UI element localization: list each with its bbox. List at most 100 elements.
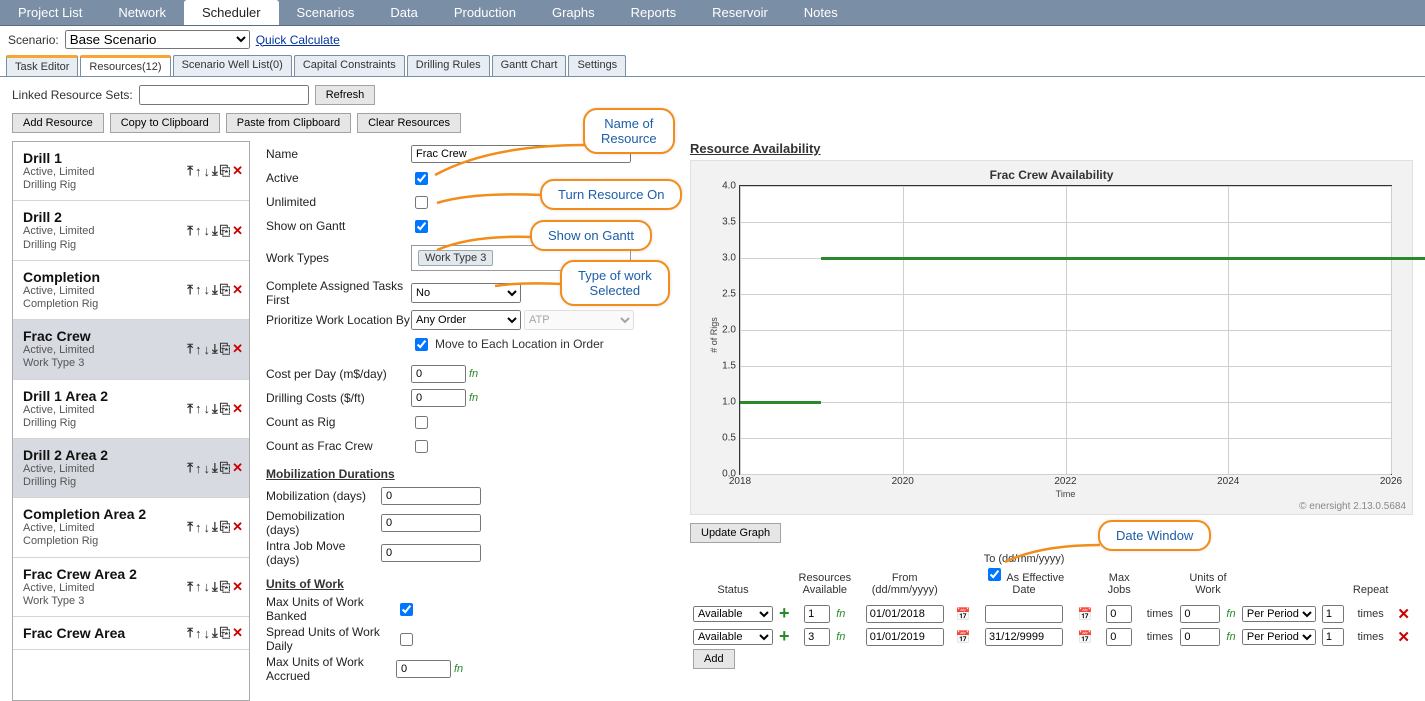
count-frac-check[interactable] [415,440,428,453]
calendar-icon[interactable]: 📅 [955,607,970,621]
fn-icon[interactable]: fn [1226,631,1235,643]
move-top-icon[interactable]: ⤒ [187,625,193,641]
delete-icon[interactable]: ✕ [232,341,243,357]
resource-item[interactable]: Drill 2Active, Limited Drilling Rig⤒↑↓⤓⎘… [13,201,249,260]
move-down-icon[interactable]: ↓ [203,579,210,594]
calendar-icon[interactable]: 📅 [955,630,970,644]
resource-item[interactable]: CompletionActive, Limited Completion Rig… [13,261,249,320]
copy-icon[interactable]: ⎘ [220,401,230,417]
delete-icon[interactable]: ✕ [232,223,243,239]
maxjobs-input[interactable] [1106,628,1132,646]
copy-icon[interactable]: ⎘ [220,163,230,179]
move-bottom-icon[interactable]: ⤓ [212,579,218,595]
fn-icon[interactable]: fn [469,392,478,404]
resource-item[interactable]: Drill 2 Area 2Active, Limited Drilling R… [13,439,249,498]
nav-network[interactable]: Network [100,0,184,25]
move-top-icon[interactable]: ⤒ [187,579,193,595]
resource-list[interactable]: Drill 1Active, Limited Drilling Rig⤒↑↓⤓⎘… [12,141,250,701]
repeat-input[interactable] [1322,605,1344,623]
nav-project-list[interactable]: Project List [0,0,100,25]
delete-row-icon[interactable]: ✕ [1397,606,1410,623]
calendar-icon[interactable]: 📅 [1078,607,1093,621]
repeat-input[interactable] [1322,628,1344,646]
refresh-button[interactable]: Refresh [315,85,376,105]
fn-icon[interactable]: fn [1226,608,1235,620]
paste-clipboard-button[interactable]: Paste from Clipboard [226,113,351,133]
resource-item[interactable]: Frac Crew Area⤒↑↓⤓⎘✕ [13,617,249,650]
move-up-icon[interactable]: ↑ [195,223,202,238]
status-select[interactable]: Available [693,629,773,645]
delete-icon[interactable]: ✕ [232,282,243,298]
move-up-icon[interactable]: ↑ [195,342,202,357]
nav-production[interactable]: Production [436,0,534,25]
linked-input[interactable] [139,85,309,105]
nav-graphs[interactable]: Graphs [534,0,613,25]
intra-input[interactable] [381,544,481,562]
bank-check[interactable] [400,603,413,616]
delete-icon[interactable]: ✕ [232,579,243,595]
update-graph-button[interactable]: Update Graph [690,523,781,543]
subtab-resources[interactable]: Resources(12) [80,55,170,76]
move-down-icon[interactable]: ↓ [203,223,210,238]
to-date-input[interactable] [985,628,1063,646]
maxjobs-input[interactable] [1106,605,1132,623]
period-select[interactable]: Per Period [1242,606,1316,622]
to-date-input[interactable] [985,605,1063,623]
move-down-icon[interactable]: ↓ [203,164,210,179]
move-up-icon[interactable]: ↑ [195,164,202,179]
eff-date-check[interactable] [988,568,1001,581]
move-up-icon[interactable]: ↑ [195,461,202,476]
scenario-select[interactable]: Base Scenario [65,30,250,49]
copy-icon[interactable]: ⎘ [220,282,230,298]
move-up-icon[interactable]: ↑ [195,579,202,594]
move-top-icon[interactable]: ⤒ [187,460,193,476]
copy-clipboard-button[interactable]: Copy to Clipboard [110,113,220,133]
count-rig-check[interactable] [415,416,428,429]
subtab-task-editor[interactable]: Task Editor [6,55,78,76]
add-row-icon[interactable]: + [779,626,790,646]
copy-icon[interactable]: ⎘ [220,579,230,595]
add-row-icon[interactable]: + [779,603,790,623]
delete-icon[interactable]: ✕ [232,625,243,641]
calendar-icon[interactable]: 📅 [1078,630,1093,644]
subtab-settings[interactable]: Settings [568,55,626,76]
nav-notes[interactable]: Notes [786,0,856,25]
demob-input[interactable] [381,514,481,532]
prioritize-select[interactable]: Any Order [411,310,521,330]
copy-icon[interactable]: ⎘ [220,625,230,641]
uow-input[interactable] [1180,605,1220,623]
move-down-icon[interactable]: ↓ [203,520,210,535]
mob-input[interactable] [381,487,481,505]
resource-item[interactable]: Frac CrewActive, Limited Work Type 3⤒↑↓⤓… [13,320,249,379]
cost-day-input[interactable] [411,365,466,383]
move-top-icon[interactable]: ⤒ [187,223,193,239]
fn-icon[interactable]: fn [469,368,478,380]
copy-icon[interactable]: ⎘ [220,519,230,535]
from-date-input[interactable] [866,605,944,623]
resource-item[interactable]: Drill 1 Area 2Active, Limited Drilling R… [13,380,249,439]
resource-item[interactable]: Frac Crew Area 2Active, Limited Work Typ… [13,558,249,617]
copy-icon[interactable]: ⎘ [220,341,230,357]
fn-icon[interactable]: fn [836,631,845,643]
res-avail-input[interactable] [804,605,830,623]
gantt-check[interactable] [415,220,428,233]
unlimited-check[interactable] [415,196,428,209]
move-down-icon[interactable]: ↓ [203,342,210,357]
nav-reservoir[interactable]: Reservoir [694,0,786,25]
resource-item[interactable]: Completion Area 2Active, Limited Complet… [13,498,249,557]
delete-icon[interactable]: ✕ [232,460,243,476]
move-top-icon[interactable]: ⤒ [187,341,193,357]
add-resource-button[interactable]: Add Resource [12,113,104,133]
delete-icon[interactable]: ✕ [232,163,243,179]
active-check[interactable] [415,172,428,185]
period-select[interactable]: Per Period [1242,629,1316,645]
delete-row-icon[interactable]: ✕ [1397,629,1410,646]
delete-icon[interactable]: ✕ [232,401,243,417]
move-top-icon[interactable]: ⤒ [187,163,193,179]
resource-item[interactable]: Drill 1Active, Limited Drilling Rig⤒↑↓⤓⎘… [13,142,249,201]
status-select[interactable]: Available [693,606,773,622]
move-bottom-icon[interactable]: ⤓ [212,519,218,535]
uow-input[interactable] [1180,628,1220,646]
delete-icon[interactable]: ✕ [232,519,243,535]
spread-check[interactable] [400,633,413,646]
